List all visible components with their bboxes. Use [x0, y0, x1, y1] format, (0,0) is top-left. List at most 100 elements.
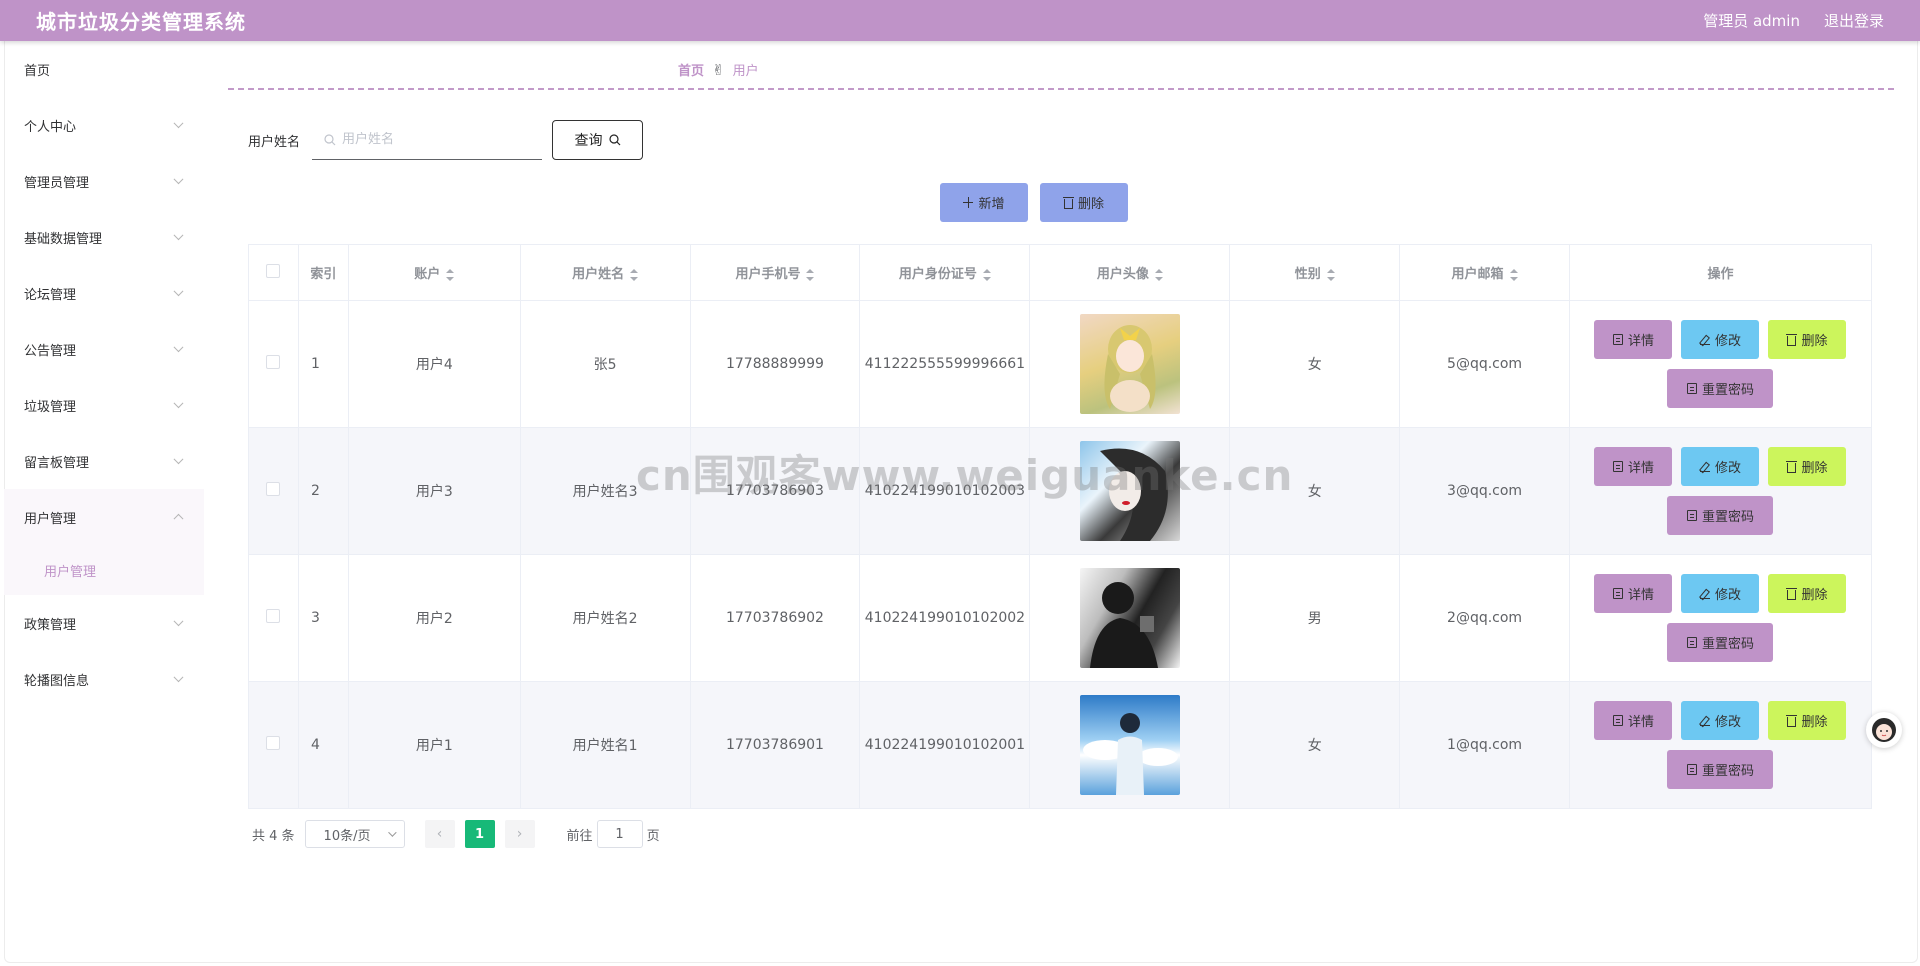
edit-button[interactable]: 修改: [1681, 701, 1760, 740]
user-avatar[interactable]: [1079, 568, 1180, 668]
sidebar-item-forum[interactable]: 论坛管理: [4, 265, 204, 321]
assistant-avatar-button[interactable]: [1866, 712, 1902, 748]
col-email[interactable]: 用户邮箱: [1399, 244, 1570, 301]
header-right: 管理员 admin 退出登录: [1703, 10, 1884, 31]
reset-password-button[interactable]: 重置密码: [1667, 496, 1774, 535]
row-checkbox[interactable]: [266, 482, 281, 496]
edit-icon: [1699, 461, 1710, 472]
reset-password-label: 重置密码: [1701, 382, 1754, 397]
trash-icon: [1786, 333, 1798, 346]
table-row: 1 用户4 张5 17788889999 411222555599996661: [248, 300, 1873, 428]
delete-button[interactable]: 删除: [1768, 320, 1847, 359]
sidebar-item-message-board[interactable]: 留言板管理: [4, 433, 204, 489]
col-gender[interactable]: 性别: [1229, 244, 1401, 301]
search-bar: 用户姓名 查询: [248, 120, 644, 160]
delete-button[interactable]: 删除: [1768, 447, 1847, 486]
sort-icon[interactable]: [446, 268, 455, 281]
prev-page-button[interactable]: ‹: [424, 820, 455, 848]
sidebar-item-policy[interactable]: 政策管理: [4, 595, 204, 651]
page-number-current[interactable]: 1: [464, 820, 495, 848]
col-name[interactable]: 用户姓名: [519, 244, 691, 301]
sidebar-item-admin-management[interactable]: 管理员管理: [4, 153, 204, 209]
sidebar-item-notice[interactable]: 公告管理: [4, 321, 204, 377]
sidebar-item-user-management[interactable]: 用户管理: [4, 489, 204, 545]
sort-icon[interactable]: [1326, 268, 1335, 281]
user-name-search-input[interactable]: [342, 132, 533, 147]
delete-button[interactable]: 删除: [1768, 701, 1847, 740]
sidebar-item-label: 政策管理: [24, 617, 77, 633]
sidebar-item-label: 个人中心: [24, 119, 77, 135]
row-checkbox[interactable]: [266, 609, 281, 623]
detail-button[interactable]: 详情: [1594, 320, 1673, 359]
user-avatar[interactable]: [1079, 695, 1180, 795]
detail-button-label: 详情: [1627, 460, 1654, 475]
detail-button[interactable]: 详情: [1594, 447, 1673, 486]
toolbar: 新增 删除: [940, 183, 1128, 222]
delete-button[interactable]: 删除: [1768, 574, 1847, 613]
add-button[interactable]: 新增: [940, 183, 1028, 222]
chevron-down-icon: [173, 118, 184, 129]
sidebar: 首页 个人中心 管理员管理 基础数据管理 论坛管理 公告管理 垃圾管理 留言板管…: [4, 41, 204, 963]
col-phone[interactable]: 用户手机号: [689, 244, 861, 301]
query-button[interactable]: 查询: [552, 120, 644, 160]
cell-name: 用户姓名3: [519, 427, 691, 555]
search-label: 用户姓名: [248, 134, 301, 150]
sidebar-item-carousel[interactable]: 轮播图信息: [4, 651, 204, 707]
batch-delete-button[interactable]: 删除: [1040, 183, 1128, 222]
col-ops: 操作: [1568, 244, 1873, 301]
cell-index: 1: [297, 300, 349, 428]
col-account[interactable]: 账户: [347, 244, 521, 301]
reset-password-button[interactable]: 重置密码: [1667, 623, 1774, 662]
col-id-card[interactable]: 用户身份证号: [859, 244, 1031, 301]
edit-button[interactable]: 修改: [1681, 320, 1760, 359]
goto-suffix: 页: [646, 828, 660, 844]
sort-icon[interactable]: [982, 268, 991, 281]
man-silhouette-avatar-image: [1089, 582, 1158, 668]
breadcrumb-divider: [228, 88, 1894, 90]
cell-id-card: 410224199010102003: [859, 427, 1031, 555]
table-row: 2 用户3 用户姓名3 17703786903 4102241990101020…: [248, 427, 1873, 555]
delete-button-label: 删除: [1801, 333, 1828, 348]
search-icon: [608, 134, 620, 146]
reset-password-button[interactable]: 重置密码: [1667, 750, 1774, 789]
sidebar-item-label: 首页: [24, 63, 51, 79]
logout-link[interactable]: 退出登录: [1824, 10, 1884, 31]
trash-icon: [1062, 196, 1074, 209]
breadcrumb-current: 用户: [732, 64, 759, 79]
trash-icon: [1786, 460, 1798, 473]
detail-button[interactable]: 详情: [1594, 574, 1673, 613]
sidebar-subitem-user-management[interactable]: 用户管理: [4, 545, 204, 595]
sort-icon[interactable]: [1509, 268, 1518, 281]
row-checkbox[interactable]: [266, 736, 281, 750]
row-checkbox[interactable]: [266, 355, 281, 369]
sort-icon[interactable]: [630, 268, 639, 281]
user-avatar[interactable]: [1079, 314, 1180, 414]
col-phone-label: 用户手机号: [735, 267, 801, 282]
cell-index: 3: [297, 554, 349, 682]
edit-button[interactable]: 修改: [1681, 574, 1760, 613]
sidebar-item-garbage[interactable]: 垃圾管理: [4, 377, 204, 433]
breadcrumb-home[interactable]: 首页: [678, 60, 704, 79]
goto-page-input[interactable]: [596, 820, 643, 848]
cell-email: 5@qq.com: [1399, 300, 1570, 428]
sidebar-item-personal-center[interactable]: 个人中心: [4, 97, 204, 153]
col-avatar[interactable]: 用户头像: [1029, 244, 1231, 301]
detail-button[interactable]: 详情: [1594, 701, 1673, 740]
sidebar-item-home[interactable]: 首页: [4, 41, 204, 97]
edit-button[interactable]: 修改: [1681, 447, 1760, 486]
sidebar-item-basic-data[interactable]: 基础数据管理: [4, 209, 204, 265]
row-select-cell: [248, 300, 299, 428]
next-page-button[interactable]: ›: [504, 820, 535, 848]
edit-icon: [1699, 334, 1710, 345]
document-icon: [1686, 637, 1697, 648]
reset-password-button[interactable]: 重置密码: [1667, 369, 1774, 408]
chevron-up-icon: [173, 513, 184, 524]
col-id-card-label: 用户身份证号: [898, 267, 977, 282]
user-avatar[interactable]: [1079, 441, 1180, 541]
sort-icon[interactable]: [806, 268, 815, 281]
sort-icon[interactable]: [1154, 268, 1163, 281]
page-size-select[interactable]: 10条/页: [304, 820, 405, 848]
select-all-cell: [248, 244, 299, 301]
table-row: 4 用户1 用户姓名1 17703786901 4102241990101020…: [248, 681, 1873, 809]
select-all-checkbox[interactable]: [266, 263, 281, 278]
